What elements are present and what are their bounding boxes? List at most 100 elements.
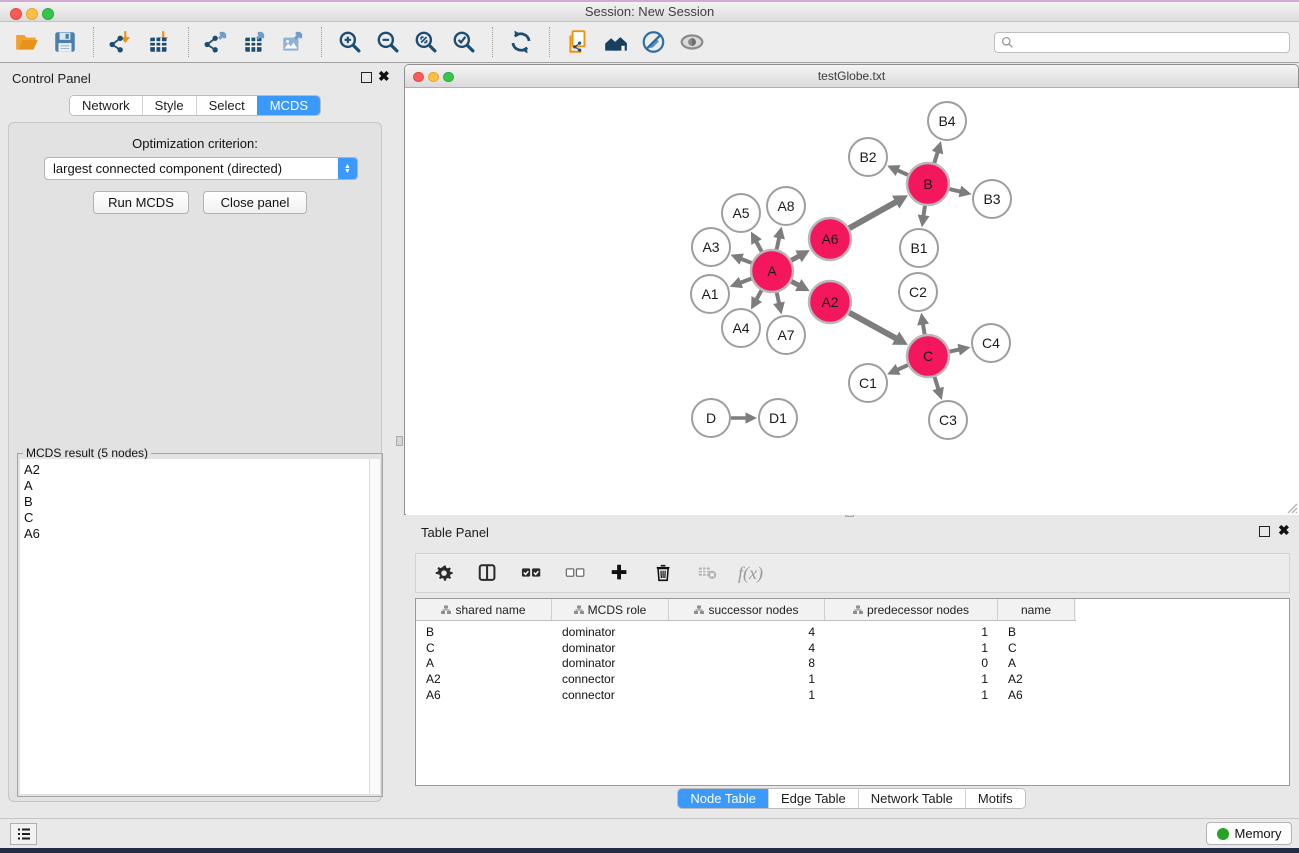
graph-node-B[interactable]: B — [907, 163, 949, 205]
cell-shared-name[interactable]: A — [416, 656, 552, 670]
cell-name[interactable]: C — [998, 641, 1075, 655]
cell-shared-name[interactable]: A2 — [416, 672, 552, 686]
cell-shared-name[interactable]: A6 — [416, 688, 552, 702]
refresh-view-button[interactable] — [502, 25, 540, 59]
add-column-button[interactable] — [606, 559, 634, 587]
graph-node-C3[interactable]: C3 — [929, 401, 967, 439]
search-input[interactable] — [1014, 35, 1283, 51]
search-box[interactable] — [994, 32, 1290, 53]
table-row-A[interactable]: Adominator80A — [416, 656, 1289, 672]
export-table-button[interactable] — [236, 25, 274, 59]
tab-style[interactable]: Style — [142, 96, 196, 115]
mcds-result-item[interactable]: A — [20, 478, 380, 494]
cell-successor-nodes[interactable]: 1 — [669, 672, 825, 686]
mcds-result-item[interactable]: A6 — [20, 526, 380, 542]
tab-edge-table[interactable]: Edge Table — [768, 789, 858, 808]
cell-predecessor-nodes[interactable]: 0 — [825, 656, 998, 670]
graph-node-B4[interactable]: B4 — [928, 102, 966, 140]
cell-shared-name[interactable]: C — [416, 641, 552, 655]
column-header-name[interactable]: name — [998, 599, 1075, 620]
import-network-button[interactable] — [103, 25, 141, 59]
export-network-button[interactable] — [198, 25, 236, 59]
column-header-successor-nodes[interactable]: successor nodes — [669, 599, 825, 620]
graph-node-C1[interactable]: C1 — [849, 364, 887, 402]
cell-name[interactable]: A6 — [998, 688, 1075, 702]
function-builder-button[interactable]: f(x) — [738, 563, 763, 584]
criterion-dropdown[interactable]: largest connected component (directed) ▲… — [44, 157, 358, 180]
graph-node-A[interactable]: A — [751, 250, 793, 292]
table-close-icon[interactable]: ✖ — [1278, 523, 1290, 537]
network-canvas[interactable]: AA1A2A3A4A5A6A7A8BB1B2B3B4CC1C2C3C4DD1 — [406, 88, 1299, 515]
tab-node-table[interactable]: Node Table — [678, 789, 768, 808]
mcds-result-item[interactable]: A2 — [20, 462, 380, 478]
result-list-scrollbar[interactable] — [369, 459, 380, 794]
tab-network[interactable]: Network — [70, 96, 142, 115]
cell-MCDS-role[interactable]: dominator — [552, 641, 669, 655]
graph-node-C4[interactable]: C4 — [972, 324, 1010, 362]
graph-node-B2[interactable]: B2 — [849, 138, 887, 176]
mcds-result-item[interactable]: B — [20, 494, 380, 510]
cell-successor-nodes[interactable]: 4 — [669, 641, 825, 655]
zoom-in-button[interactable] — [331, 25, 369, 59]
table-row-C[interactable]: Cdominator41C — [416, 640, 1289, 656]
graph-node-A5[interactable]: A5 — [722, 194, 760, 232]
zoom-selected-button[interactable] — [445, 25, 483, 59]
graph-node-A4[interactable]: A4 — [722, 309, 760, 347]
zoom-fit-button[interactable] — [407, 25, 445, 59]
table-row-B[interactable]: Bdominator41B — [416, 624, 1289, 640]
tab-mcds[interactable]: MCDS — [257, 96, 320, 115]
table-row-A2[interactable]: A2connector11A2 — [416, 671, 1289, 687]
cell-MCDS-role[interactable]: dominator — [552, 656, 669, 670]
import-table-button[interactable] — [141, 25, 179, 59]
close-panel-button[interactable]: Close panel — [203, 191, 307, 214]
cell-MCDS-role[interactable]: connector — [552, 672, 669, 686]
column-header-shared-name[interactable]: shared name — [416, 599, 552, 620]
graph-node-D[interactable]: D — [692, 399, 730, 437]
cell-successor-nodes[interactable]: 8 — [669, 656, 825, 670]
cell-successor-nodes[interactable]: 1 — [669, 688, 825, 702]
cell-name[interactable]: A — [998, 656, 1075, 670]
graph-node-C2[interactable]: C2 — [899, 273, 937, 311]
cell-name[interactable]: B — [998, 625, 1075, 639]
graph-node-B1[interactable]: B1 — [900, 229, 938, 267]
graph-node-A3[interactable]: A3 — [692, 228, 730, 266]
select-all-rows-button[interactable] — [518, 559, 546, 587]
cell-MCDS-role[interactable]: connector — [552, 688, 669, 702]
delete-table-button[interactable] — [694, 559, 722, 587]
graph-node-C[interactable]: C — [907, 335, 949, 377]
table-row-A6[interactable]: A6connector11A6 — [416, 687, 1289, 703]
table-mode-gear-button[interactable] — [430, 559, 458, 587]
vertical-splitter-grip[interactable] — [396, 436, 403, 446]
mcds-result-item[interactable]: C — [20, 510, 380, 526]
cell-successor-nodes[interactable]: 4 — [669, 625, 825, 639]
cell-predecessor-nodes[interactable]: 1 — [825, 688, 998, 702]
graph-node-B3[interactable]: B3 — [973, 180, 1011, 218]
tab-motifs[interactable]: Motifs — [965, 789, 1025, 808]
graph-node-A6[interactable]: A6 — [809, 218, 851, 260]
cell-predecessor-nodes[interactable]: 1 — [825, 625, 998, 639]
cell-MCDS-role[interactable]: dominator — [552, 625, 669, 639]
table-float-icon[interactable] — [1259, 526, 1270, 537]
run-mcds-button[interactable]: Run MCDS — [93, 191, 189, 214]
task-history-button[interactable] — [10, 823, 37, 845]
open-session-button[interactable] — [8, 25, 46, 59]
delete-column-button[interactable] — [650, 559, 678, 587]
graph-node-A7[interactable]: A7 — [767, 316, 805, 354]
deselect-all-rows-button[interactable] — [562, 559, 590, 587]
resize-grip-icon[interactable] — [1284, 500, 1298, 514]
memory-button[interactable]: Memory — [1206, 822, 1292, 845]
graph-node-D1[interactable]: D1 — [759, 399, 797, 437]
cell-shared-name[interactable]: B — [416, 625, 552, 639]
tab-network-table[interactable]: Network Table — [858, 789, 965, 808]
graph-node-A1[interactable]: A1 — [691, 275, 729, 313]
first-neighbors-button[interactable] — [597, 25, 635, 59]
graph-node-A2[interactable]: A2 — [809, 281, 851, 323]
column-header-MCDS-role[interactable]: MCDS role — [552, 599, 669, 620]
column-visibility-button[interactable] — [474, 559, 502, 587]
clone-network-button[interactable] — [559, 25, 597, 59]
show-graphics-details-button[interactable] — [673, 25, 711, 59]
save-session-button[interactable] — [46, 25, 84, 59]
tab-select[interactable]: Select — [196, 96, 257, 115]
close-panel-icon[interactable]: ✖ — [378, 69, 390, 83]
column-header-predecessor-nodes[interactable]: predecessor nodes — [825, 599, 998, 620]
